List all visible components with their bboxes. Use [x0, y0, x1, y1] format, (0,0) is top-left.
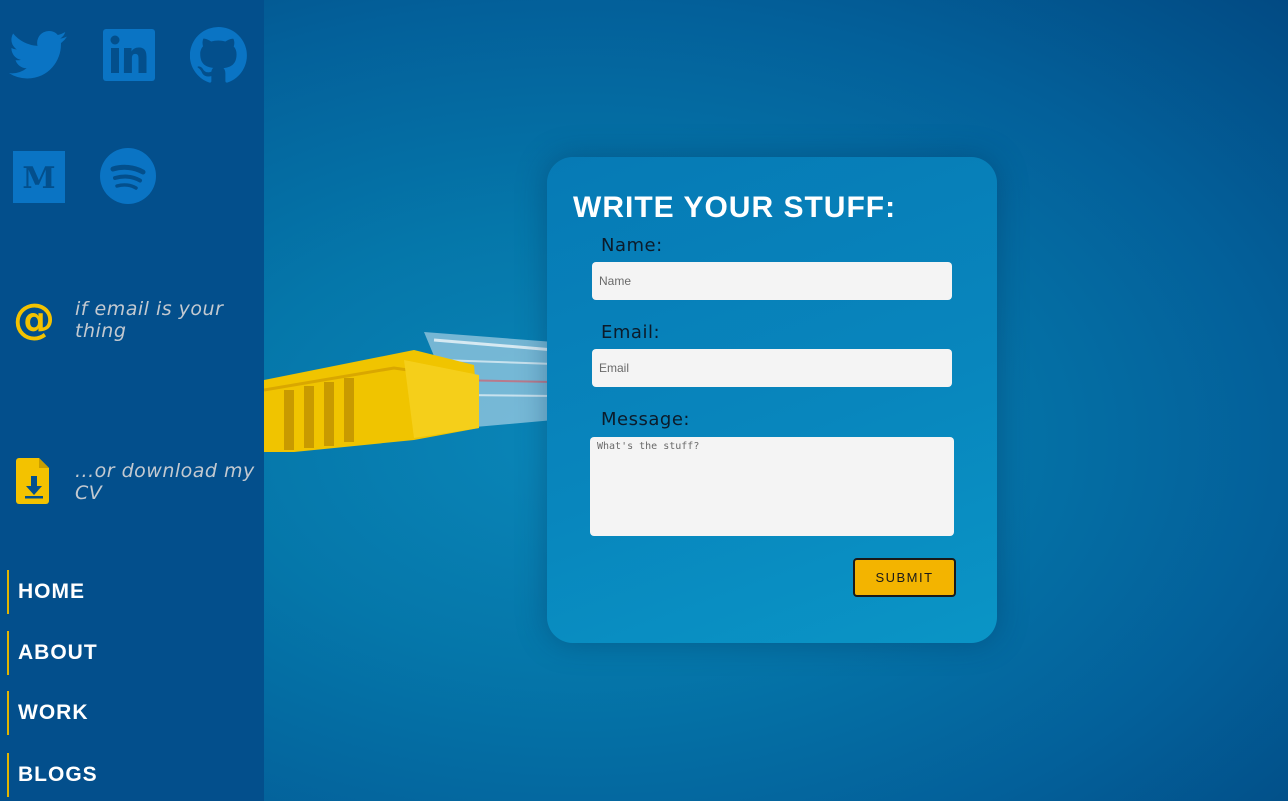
linkedin-link[interactable] [102, 28, 156, 82]
message-label: Message: [601, 409, 690, 430]
spotify-link[interactable] [98, 146, 158, 206]
nav-blogs[interactable]: BLOGS [7, 753, 98, 797]
submit-button[interactable]: SUBMIT [853, 558, 956, 597]
twitter-icon [9, 30, 67, 80]
email-input[interactable] [592, 349, 952, 387]
file-download-icon [10, 458, 58, 504]
form-title: WRITE YOUR STUFF: [573, 191, 897, 224]
download-cv[interactable]: ...or download my CV [10, 458, 260, 504]
github-link[interactable] [189, 26, 247, 84]
name-label: Name: [601, 235, 663, 256]
sidebar: M @ if email is your thing ...or downloa… [0, 0, 264, 801]
ethernet-cable-image [264, 332, 554, 452]
download-cv-text: ...or download my CV [75, 460, 255, 504]
svg-text:@: @ [13, 296, 55, 342]
nav-work[interactable]: WORK [7, 691, 89, 735]
linkedin-icon [103, 29, 155, 81]
message-textarea[interactable] [590, 437, 954, 536]
email-label: Email: [601, 322, 661, 343]
svg-text:M: M [22, 161, 55, 196]
medium-link[interactable]: M [12, 150, 66, 204]
twitter-link[interactable] [8, 28, 68, 82]
contact-form-card: WRITE YOUR STUFF: Name: Email: Message: … [547, 157, 997, 643]
nav-about[interactable]: ABOUT [7, 631, 98, 675]
name-input[interactable] [592, 262, 952, 300]
nav-home[interactable]: HOME [7, 570, 85, 614]
email-text: if email is your thing [75, 298, 224, 342]
at-sign-icon: @ [10, 296, 58, 342]
spotify-icon [99, 147, 157, 205]
email-contact[interactable]: @ if email is your thing [10, 296, 260, 342]
medium-icon: M [13, 151, 65, 203]
github-icon [189, 26, 247, 84]
